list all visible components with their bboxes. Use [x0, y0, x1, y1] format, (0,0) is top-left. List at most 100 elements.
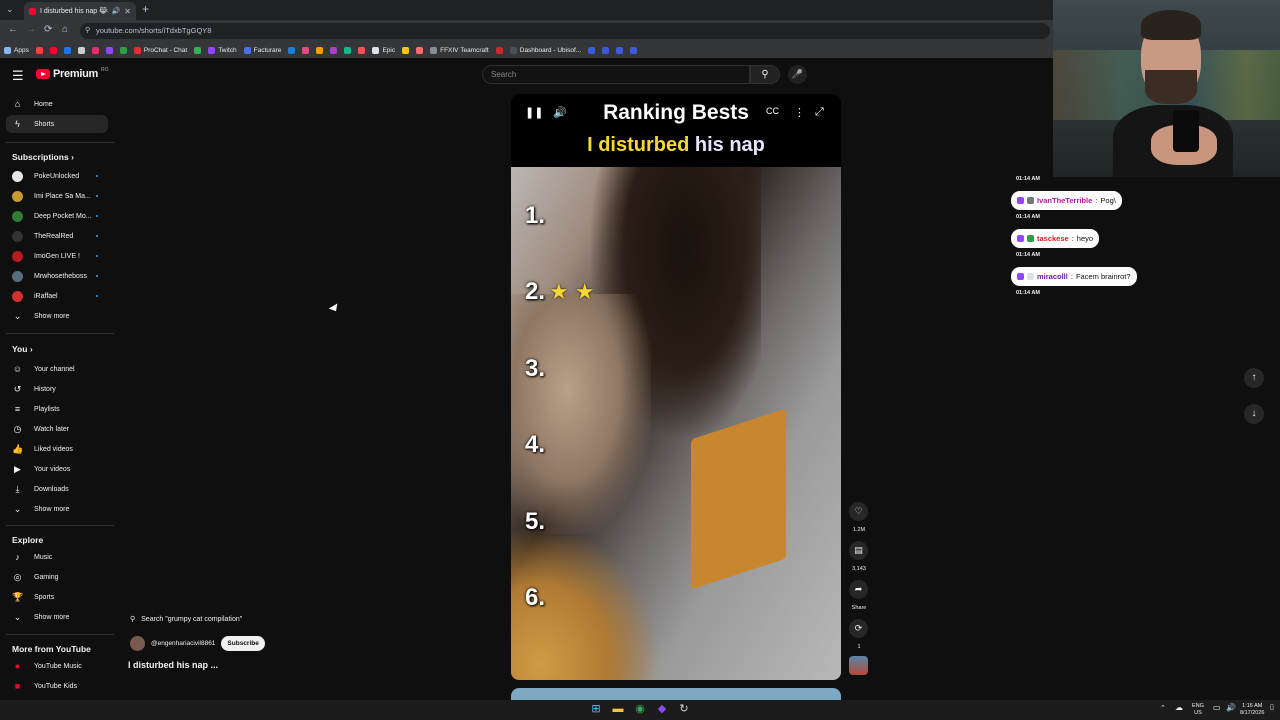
sidebar-item-downloads[interactable]: ⤓ Downloads [6, 480, 108, 498]
volume-tray-icon[interactable]: 🔊 [1226, 704, 1236, 712]
bookmark-icon-3[interactable] [63, 46, 71, 54]
sidebar-sub-iraffael[interactable]: iRaffael [6, 287, 108, 305]
bookmark-icon-15[interactable] [402, 46, 410, 54]
notification-icon[interactable]: ▯ [1270, 704, 1274, 711]
youtube-logo[interactable]: Premium RO [36, 67, 108, 80]
tray-chevron-icon[interactable]: ⌃ [1160, 705, 1166, 712]
file-explorer-icon[interactable]: ▬ [611, 702, 625, 716]
sidebar-sub-therealred[interactable]: TheRealRed [6, 227, 108, 245]
sidebar-item-gaming[interactable]: ◎ Gaming [6, 568, 108, 586]
next-short-button[interactable]: ↓ [1244, 404, 1264, 424]
voice-search-button[interactable]: 🎤 [788, 65, 807, 84]
clock[interactable]: 1:16 AM 8/17/2026 [1240, 703, 1264, 717]
pause-button[interactable]: ❚❚ [525, 106, 543, 119]
captions-button[interactable]: CC [766, 106, 779, 116]
sidebar-item-playlists[interactable]: ≡ Playlists [6, 400, 108, 418]
bookmark-icon-19[interactable] [602, 46, 610, 54]
bookmark-icon-2[interactable] [49, 46, 57, 54]
share-button[interactable]: ➦ [849, 580, 868, 599]
bookmark-ubisoft[interactable]: Dashboard - Ubisof... [509, 46, 581, 54]
windows-start-icon[interactable]: ⊞ [589, 702, 603, 716]
channel-avatar[interactable] [130, 636, 145, 651]
reload-icon[interactable]: ⟳ [44, 24, 52, 35]
bookmark-icon-16[interactable] [416, 46, 424, 54]
bookmark-twitch[interactable]: Twitch [208, 46, 237, 54]
like-button[interactable]: ♡ [849, 502, 868, 521]
search-input[interactable]: Search [482, 65, 750, 84]
sidebar-item-liked-videos[interactable]: 👍 Liked videos [6, 440, 108, 458]
sidebar-item-your-channel[interactable]: ☺ Your channel [6, 360, 108, 378]
search-button[interactable]: ⚲ [750, 65, 780, 84]
bookmark-prochat[interactable]: ProChat - Chat [133, 46, 187, 54]
close-tab-icon[interactable]: ✕ [124, 7, 131, 16]
app-icon[interactable]: ↻ [677, 702, 691, 716]
new-tab-button[interactable]: + [142, 2, 149, 16]
subscribe-button[interactable]: Subscribe [221, 636, 265, 651]
site-info-icon[interactable]: ⚲ [85, 23, 90, 39]
back-icon[interactable]: ← [8, 24, 18, 35]
network-icon[interactable]: ▭ [1213, 704, 1221, 712]
bookmark-icon-14[interactable] [358, 46, 366, 54]
next-short-preview[interactable] [511, 688, 841, 700]
forward-icon[interactable]: → [26, 24, 36, 35]
previous-short-button[interactable]: ↑ [1244, 368, 1264, 388]
sidebar-show-more-you[interactable]: ⌄ Show more [6, 500, 108, 518]
chrome-icon[interactable]: ◉ [633, 702, 647, 716]
sound-thumbnail[interactable] [849, 656, 868, 675]
bookmark-facturare[interactable]: Facturare [243, 46, 281, 54]
subscriptions-heading[interactable]: Subscriptions › [12, 152, 74, 162]
tab-search-icon[interactable]: ⌄ [6, 4, 14, 15]
sidebar-sub-imogen[interactable]: ImoGen LIVE ! [6, 247, 108, 265]
channel-handle[interactable]: @engenhariacivil8861 [151, 640, 215, 647]
short-title[interactable]: I disturbed his nap ... [128, 660, 218, 670]
comments-button[interactable]: ▤ [849, 541, 868, 560]
sidebar-item-youtube-kids[interactable]: ■ YouTube Kids [6, 677, 108, 695]
home-browser-icon[interactable]: ⌂ [62, 24, 68, 35]
bookmark-icon-13[interactable] [344, 46, 352, 54]
remix-button[interactable]: ⟳ [849, 619, 868, 638]
bookmark-icon-6[interactable] [105, 46, 113, 54]
sidebar-item-shorts[interactable]: ϟ Shorts [6, 115, 108, 133]
sidebar-sub-mrwhosetheboss[interactable]: Mrwhosetheboss [6, 267, 108, 285]
bookmark-icon-17[interactable] [495, 46, 503, 54]
cloud-icon[interactable]: ☁ [1175, 704, 1183, 712]
bookmark-icon-21[interactable] [630, 46, 638, 54]
volume-button[interactable]: 🔊 [553, 106, 567, 119]
sidebar-item-music[interactable]: ♪ Music [6, 548, 108, 566]
sidebar-item-history[interactable]: ↺ History [6, 380, 108, 398]
browser-tab[interactable]: I disturbed his nap 😹#cat 🔊 ✕ [24, 2, 136, 20]
sidebar-item-watch-later[interactable]: ◷ Watch later [6, 420, 108, 438]
bookmark-icon-9[interactable] [288, 46, 296, 54]
bookmark-ffxiv[interactable]: FFXIV Teamcraft [430, 46, 489, 54]
bookmark-icon-1[interactable] [35, 46, 43, 54]
bookmark-icon-20[interactable] [616, 46, 624, 54]
sidebar-sub-pokeunlocked[interactable]: PokeUnlocked [6, 167, 108, 185]
more-options-button[interactable]: ⋮ [794, 106, 805, 119]
bookmark-icon-10[interactable] [302, 46, 310, 54]
bookmark-icon-5[interactable] [91, 46, 99, 54]
shorts-video-player[interactable]: Ranking Bests I disturbed his nap ❚❚ 🔊 C… [511, 94, 841, 680]
fullscreen-button[interactable]: ⤢ [815, 106, 824, 119]
audio-icon[interactable]: 🔊 [112, 7, 121, 15]
you-heading[interactable]: You › [12, 344, 33, 354]
language-indicator[interactable]: ENG US [1192, 703, 1204, 717]
url-field[interactable]: ⚲ youtube.com/shorts/iTdxbTgGQY8 [80, 23, 1050, 39]
bookmark-icon-11[interactable] [316, 46, 324, 54]
bookmark-icon-4[interactable] [77, 46, 85, 54]
bookmark-epic[interactable]: Epic [372, 46, 395, 54]
bookmark-icon-8[interactable] [194, 46, 202, 54]
twitch-app-icon[interactable]: ◆ [655, 702, 669, 716]
sidebar-item-sports[interactable]: 🏆 Sports [6, 588, 108, 606]
sidebar-item-youtube-music[interactable]: ● YouTube Music [6, 657, 108, 675]
sidebar-item-home[interactable]: ⌂ Home [6, 95, 108, 113]
bookmark-icon-7[interactable] [119, 46, 127, 54]
sidebar-sub-imiplace[interactable]: Imi Place Sa Ma... [6, 187, 108, 205]
sidebar-item-your-videos[interactable]: ▶ Your videos [6, 460, 108, 478]
apps-bookmark[interactable]: Apps [4, 46, 29, 54]
sidebar-show-more-subscriptions[interactable]: ⌄ Show more [6, 307, 108, 325]
sidebar-show-more-explore[interactable]: ⌄ Show more [6, 608, 108, 626]
sidebar-sub-deeppocket[interactable]: Deep Pocket Mo... [6, 207, 108, 225]
menu-icon[interactable]: ☰ [12, 68, 24, 84]
search-suggestion-chip[interactable]: ⚲ Search "grumpy cat compilation" [130, 615, 242, 624]
bookmark-icon-18[interactable] [588, 46, 596, 54]
